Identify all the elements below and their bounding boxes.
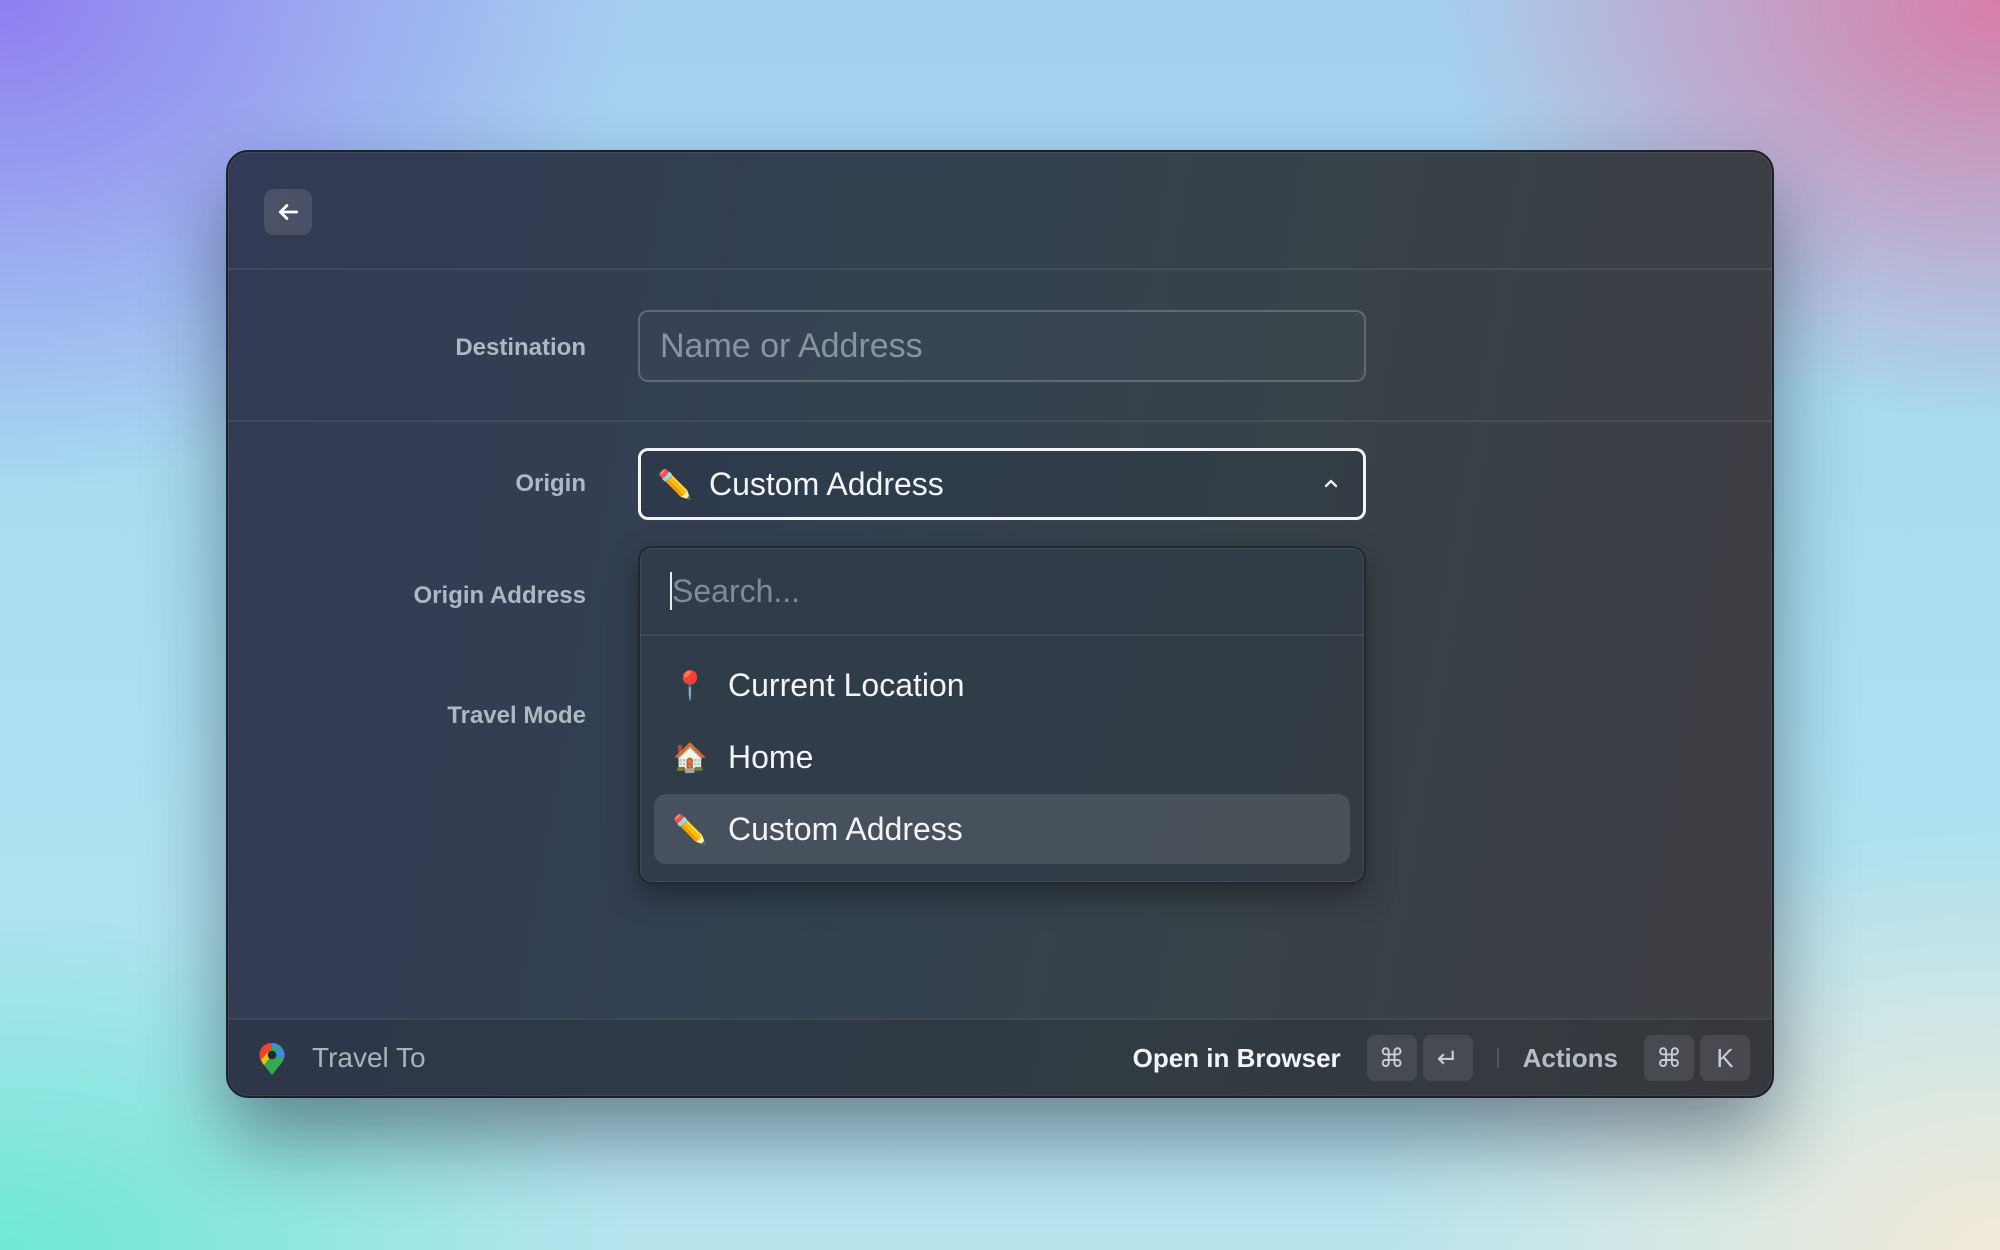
- origin-address-label: Origin Address: [413, 582, 586, 609]
- option-custom-address[interactable]: ✏️ Custom Address: [654, 794, 1350, 864]
- option-label: Current Location: [728, 666, 965, 703]
- option-home[interactable]: 🏠 Home: [654, 722, 1350, 792]
- pencil-icon: ✏️: [657, 468, 693, 500]
- action-bar: Travel To Open in Browser ⌘ ↵ Actions ⌘ …: [228, 1018, 1772, 1096]
- destination-label: Destination: [455, 334, 586, 361]
- house-icon: 🏠: [672, 741, 708, 773]
- actions-button[interactable]: Actions: [1523, 1043, 1618, 1074]
- open-in-browser-button[interactable]: Open in Browser: [1133, 1043, 1341, 1074]
- command-key-icon: ⌘: [1366, 1035, 1417, 1081]
- option-label: Custom Address: [728, 810, 963, 847]
- footer-actions: Open in Browser ⌘ ↵ Actions ⌘ K: [1133, 1020, 1750, 1096]
- destination-input[interactable]: Name or Address: [638, 310, 1366, 382]
- option-label: Home: [728, 738, 814, 775]
- divider: [1496, 1048, 1499, 1068]
- dropdown-search-placeholder: Search...: [672, 572, 801, 609]
- origin-select[interactable]: ✏️ Custom Address: [638, 448, 1366, 520]
- dropdown-search-input[interactable]: Search...: [640, 548, 1364, 636]
- pencil-icon: ✏️: [672, 813, 708, 845]
- top-bar: [228, 152, 1772, 270]
- origin-label: Origin: [515, 470, 586, 497]
- option-current-location[interactable]: 📍 Current Location: [654, 650, 1350, 720]
- back-button[interactable]: [264, 189, 312, 235]
- k-key: K: [1700, 1035, 1750, 1081]
- travel-to-window: Destination Name or Address Origin ✏️ Cu…: [226, 150, 1774, 1098]
- round-pushpin-icon: 📍: [672, 669, 708, 701]
- arrow-left-icon: [279, 204, 299, 220]
- destination-row: Destination Name or Address: [228, 270, 1772, 422]
- origin-selected-value: Custom Address: [709, 465, 944, 502]
- return-key-icon: ↵: [1422, 1035, 1473, 1081]
- command-key-icon: ⌘: [1644, 1035, 1694, 1081]
- travel-mode-label: Travel Mode: [447, 702, 586, 729]
- dropdown-options: 📍 Current Location 🏠 Home ✏️ Custom Addr…: [640, 636, 1364, 880]
- destination-placeholder: Name or Address: [660, 326, 923, 365]
- origin-dropdown: Search... 📍 Current Location 🏠 Home ✏️ C…: [638, 546, 1366, 884]
- google-maps-pin-icon: [259, 1043, 285, 1075]
- chevron-up-icon: [1324, 479, 1338, 488]
- app-title: Travel To: [312, 1042, 426, 1073]
